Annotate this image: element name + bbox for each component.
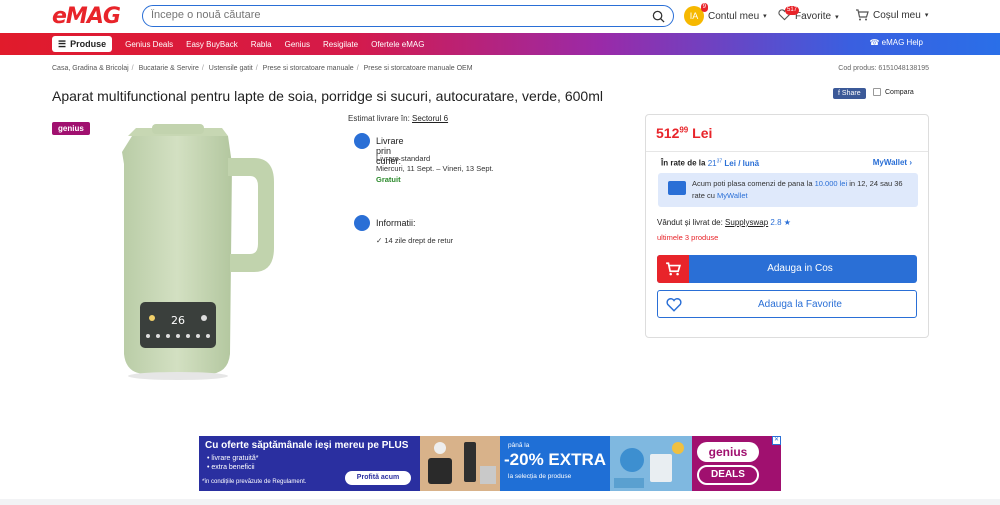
check-icon: ✓ bbox=[376, 236, 383, 245]
breadcrumb-item[interactable]: Prese si storcatoare manuale bbox=[263, 65, 354, 72]
delivery-estimate: Estimat livrare în: Sectorul 6 bbox=[348, 114, 449, 123]
heart-icon: 517 bbox=[778, 6, 799, 24]
account-label[interactable]: Contul meu bbox=[708, 11, 759, 22]
seller-link[interactable]: Supplyswap bbox=[725, 218, 768, 227]
chevron-down-icon: ▾ bbox=[763, 13, 767, 20]
main-nav: ☰ Produse Genius Deals Easy BuyBack Rabl… bbox=[0, 33, 1000, 55]
nav-item-easy-buyback[interactable]: Easy BuyBack bbox=[186, 40, 238, 49]
product-code: Cod produs: 6151048138195 bbox=[838, 65, 929, 72]
buy-box: 51299 Lei În rate de la 2137 Lei / lună … bbox=[645, 114, 929, 338]
genius-badge: genius bbox=[52, 122, 90, 135]
compare-toggle[interactable]: Compara bbox=[873, 88, 914, 96]
cart-label[interactable]: Coșul meu bbox=[873, 10, 921, 21]
headset-icon: ☎ bbox=[869, 38, 880, 47]
page-title: Aparat multifunctional pentru lapte de s… bbox=[52, 88, 603, 104]
display-value: 26 bbox=[171, 314, 185, 327]
account-menu[interactable]: IA 9 Contul meu ▾ bbox=[684, 3, 767, 26]
search-input[interactable] bbox=[151, 9, 641, 21]
add-to-cart-button[interactable]: Adauga in Cos bbox=[657, 255, 917, 283]
breadcrumb-item[interactable]: Casa, Gradina & Bricolaj bbox=[52, 65, 129, 72]
favorites-badge: 517 bbox=[784, 6, 799, 15]
nav-item-genius-deals[interactable]: Genius Deals bbox=[125, 40, 173, 49]
account-badge: 9 bbox=[700, 3, 708, 12]
cart-icon bbox=[856, 9, 869, 21]
nav-item-genius[interactable]: Genius bbox=[285, 40, 310, 49]
ad-close-icon[interactable]: ✕ bbox=[772, 436, 781, 445]
product-price: 51299 Lei bbox=[656, 125, 713, 141]
chevron-down-icon: ▾ bbox=[835, 13, 839, 21]
nav-item-resigilate[interactable]: Resigilate bbox=[323, 40, 358, 49]
truck-icon bbox=[354, 133, 370, 149]
genius-deals-logo: genius DEALS bbox=[692, 436, 781, 491]
wallet-icon bbox=[668, 181, 686, 195]
seller-rating[interactable]: 2.8 ★ bbox=[770, 218, 791, 227]
mywallet-link[interactable]: MyWallet › bbox=[873, 158, 912, 167]
cart-menu[interactable]: Coșul meu ▾ bbox=[855, 9, 928, 21]
favorites-label[interactable]: Favorite bbox=[795, 11, 831, 22]
breadcrumb-item[interactable]: Prese si storcatoare manuale OEM bbox=[364, 65, 473, 72]
star-icon bbox=[354, 215, 370, 231]
delivery-location-link[interactable]: Sectorul 6 bbox=[412, 114, 448, 123]
chevron-down-icon: ▾ bbox=[924, 12, 929, 19]
avatar[interactable]: IA 9 bbox=[684, 3, 708, 26]
emag-logo[interactable]: eMAG bbox=[52, 4, 121, 29]
installments-row[interactable]: În rate de la 2137 Lei / lună MyWallet › bbox=[646, 151, 928, 168]
product-image[interactable]: 26 bbox=[118, 124, 278, 382]
compare-checkbox[interactable] bbox=[873, 88, 881, 96]
stock-status: ultimele 3 produse bbox=[657, 233, 719, 242]
nav-item-rabla[interactable]: Rabla bbox=[251, 40, 272, 49]
banner-photo bbox=[420, 436, 500, 491]
search-icon[interactable] bbox=[652, 10, 665, 23]
top-header: eMAG IA 9 Contul meu ▾ 517 Favorite ▾ Co… bbox=[0, 0, 1000, 33]
hamburger-icon: ☰ bbox=[58, 38, 67, 49]
promo-banner[interactable]: Cu oferte săptămânale ieși mereu pe PLUS… bbox=[199, 436, 781, 491]
facebook-icon: f bbox=[838, 90, 840, 97]
mywallet-info: Acum poti plasa comenzi de pana la 10.00… bbox=[658, 173, 918, 207]
mywallet-inline-link[interactable]: MyWallet bbox=[717, 191, 748, 200]
installment-amount: 2137 Lei / lună bbox=[707, 158, 760, 168]
favorites-menu[interactable]: 517 Favorite ▾ bbox=[778, 6, 839, 24]
banner-cta-button[interactable]: Profită acum bbox=[345, 471, 411, 485]
banner-photo bbox=[610, 436, 692, 491]
footer-strip bbox=[0, 499, 1000, 505]
share-button[interactable]: f Share bbox=[833, 88, 866, 99]
products-menu-button[interactable]: ☰ Produse bbox=[52, 36, 113, 52]
chevron-right-icon: › bbox=[909, 158, 912, 167]
help-link[interactable]: ☎ eMAG Help bbox=[869, 38, 923, 47]
search-bar[interactable] bbox=[142, 5, 674, 27]
banner-promo: până la -20% EXTRA la selecția de produs… bbox=[500, 436, 610, 491]
add-to-favorites-button[interactable]: Adauga la Favorite bbox=[657, 290, 917, 318]
breadcrumb-item[interactable]: Bucatarie & Servire bbox=[139, 65, 199, 72]
breadcrumb-item[interactable]: Ustensile gatit bbox=[209, 65, 253, 72]
breadcrumb: Casa, Gradina & Bricolaj / Bucatarie & Se… bbox=[52, 65, 473, 72]
seller-info: Vândut și livrat de: Supplyswap 2.8 ★ bbox=[657, 218, 791, 227]
nav-item-ofertele-emag[interactable]: Ofertele eMAG bbox=[371, 40, 424, 49]
